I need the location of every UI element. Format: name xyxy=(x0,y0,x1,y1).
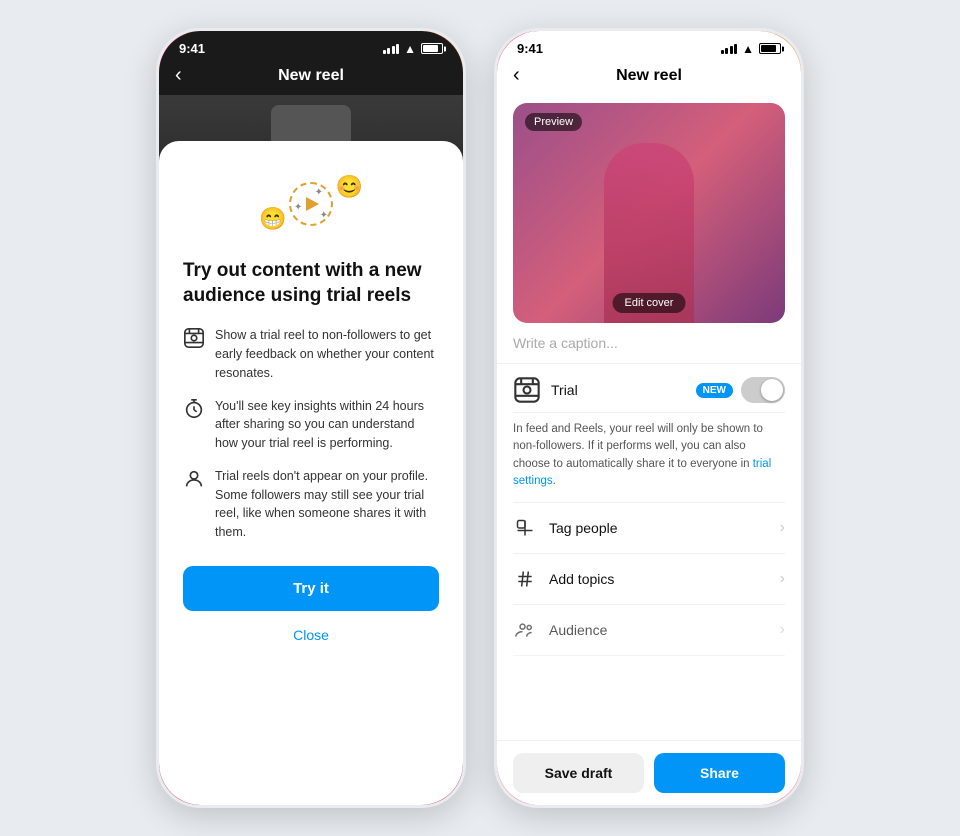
hashtag-icon xyxy=(513,567,537,591)
preview-badge: Preview xyxy=(525,113,582,131)
tag-people-row[interactable]: Tag people › xyxy=(513,503,785,554)
battery-icon xyxy=(421,43,443,54)
trial-modal: 😊 😁 ✦ ✦ ✦ Try out content with a new aud… xyxy=(159,141,463,805)
modal-illustration: 😊 😁 ✦ ✦ ✦ xyxy=(183,169,439,239)
trial-label: Trial xyxy=(551,382,696,398)
timer-icon xyxy=(183,398,205,420)
phone-1: 9:41 ▲ ‹ New reel xyxy=(156,28,466,808)
status-icons-2: ▲ xyxy=(721,42,781,56)
preview-container: Preview Edit cover xyxy=(513,103,785,323)
status-bar-2: 9:41 ▲ xyxy=(497,31,801,60)
settings-section: Trial NEW In feed and Reels, your reel w… xyxy=(497,364,801,656)
add-topics-label: Add topics xyxy=(549,571,780,587)
nav-title-1: New reel xyxy=(278,67,344,85)
back-button-1[interactable]: ‹ xyxy=(175,64,182,87)
time-1: 9:41 xyxy=(179,41,205,56)
wifi-icon-2: ▲ xyxy=(742,42,754,56)
status-bar-1: 9:41 ▲ xyxy=(159,31,463,60)
time-2: 9:41 xyxy=(517,41,543,56)
trial-toggle[interactable] xyxy=(741,377,785,403)
tag-people-label: Tag people xyxy=(549,520,780,536)
sparkle-icon-3: ✦ xyxy=(320,210,328,221)
trial-desc-text: In feed and Reels, your reel will only b… xyxy=(513,423,763,470)
close-button[interactable]: Close xyxy=(183,623,439,647)
status-icons-1: ▲ xyxy=(383,42,443,56)
bottom-actions: Save draft Share xyxy=(497,740,801,805)
wifi-icon: ▲ xyxy=(404,42,416,56)
play-icon xyxy=(306,197,319,211)
battery-icon-2 xyxy=(759,43,781,54)
share-button[interactable]: Share xyxy=(654,753,785,793)
chevron-icon-1: › xyxy=(780,519,785,537)
add-topics-row[interactable]: Add topics › xyxy=(513,554,785,605)
phone-2: 9:41 ▲ ‹ New reel xyxy=(494,28,804,808)
audience-icon xyxy=(513,618,537,642)
modal-heading: Try out content with a new audience usin… xyxy=(183,259,439,308)
trial-row: Trial NEW xyxy=(513,364,785,413)
happy-emoji-icon: 😊 xyxy=(336,174,363,200)
trial-icon xyxy=(513,376,541,404)
nav-title-2: New reel xyxy=(616,67,682,85)
feature-item-1: Show a trial reel to non-followers to ge… xyxy=(183,326,439,382)
try-it-button[interactable]: Try it xyxy=(183,566,439,611)
sparkle-icon-2: ✦ xyxy=(294,202,302,213)
save-draft-button[interactable]: Save draft xyxy=(513,753,644,793)
trial-description: In feed and Reels, your reel will only b… xyxy=(513,413,785,503)
audience-row[interactable]: Audience › xyxy=(513,605,785,656)
caption-area[interactable]: Write a caption... xyxy=(497,335,801,364)
feature-text-1: Show a trial reel to non-followers to ge… xyxy=(215,326,439,382)
signal-icon xyxy=(383,44,400,54)
chevron-icon-3: › xyxy=(780,621,785,639)
feature-text-2: You'll see key insights within 24 hours … xyxy=(215,397,439,453)
tag-icon xyxy=(513,516,537,540)
reel-icon xyxy=(183,327,205,349)
caption-placeholder: Write a caption... xyxy=(513,335,618,351)
signal-icon-2 xyxy=(721,44,738,54)
feature-list: Show a trial reel to non-followers to ge… xyxy=(183,326,439,542)
toggle-knob xyxy=(761,379,783,401)
nav-bar-1: ‹ New reel xyxy=(159,60,463,95)
profile-icon xyxy=(183,468,205,490)
feature-item-3: Trial reels don't appear on your profile… xyxy=(183,467,439,542)
sparkle-icon-1: ✦ xyxy=(315,187,323,198)
edit-cover-badge[interactable]: Edit cover xyxy=(613,293,686,313)
grin-emoji-icon: 😁 xyxy=(259,206,286,232)
trial-desc-end: . xyxy=(553,475,556,487)
new-badge: NEW xyxy=(696,383,733,398)
feature-item-2: You'll see key insights within 24 hours … xyxy=(183,397,439,453)
chevron-icon-2: › xyxy=(780,570,785,588)
audience-label: Audience xyxy=(549,622,780,638)
nav-bar-2: ‹ New reel xyxy=(497,60,801,95)
feature-text-3: Trial reels don't appear on your profile… xyxy=(215,467,439,542)
back-button-2[interactable]: ‹ xyxy=(513,64,520,87)
